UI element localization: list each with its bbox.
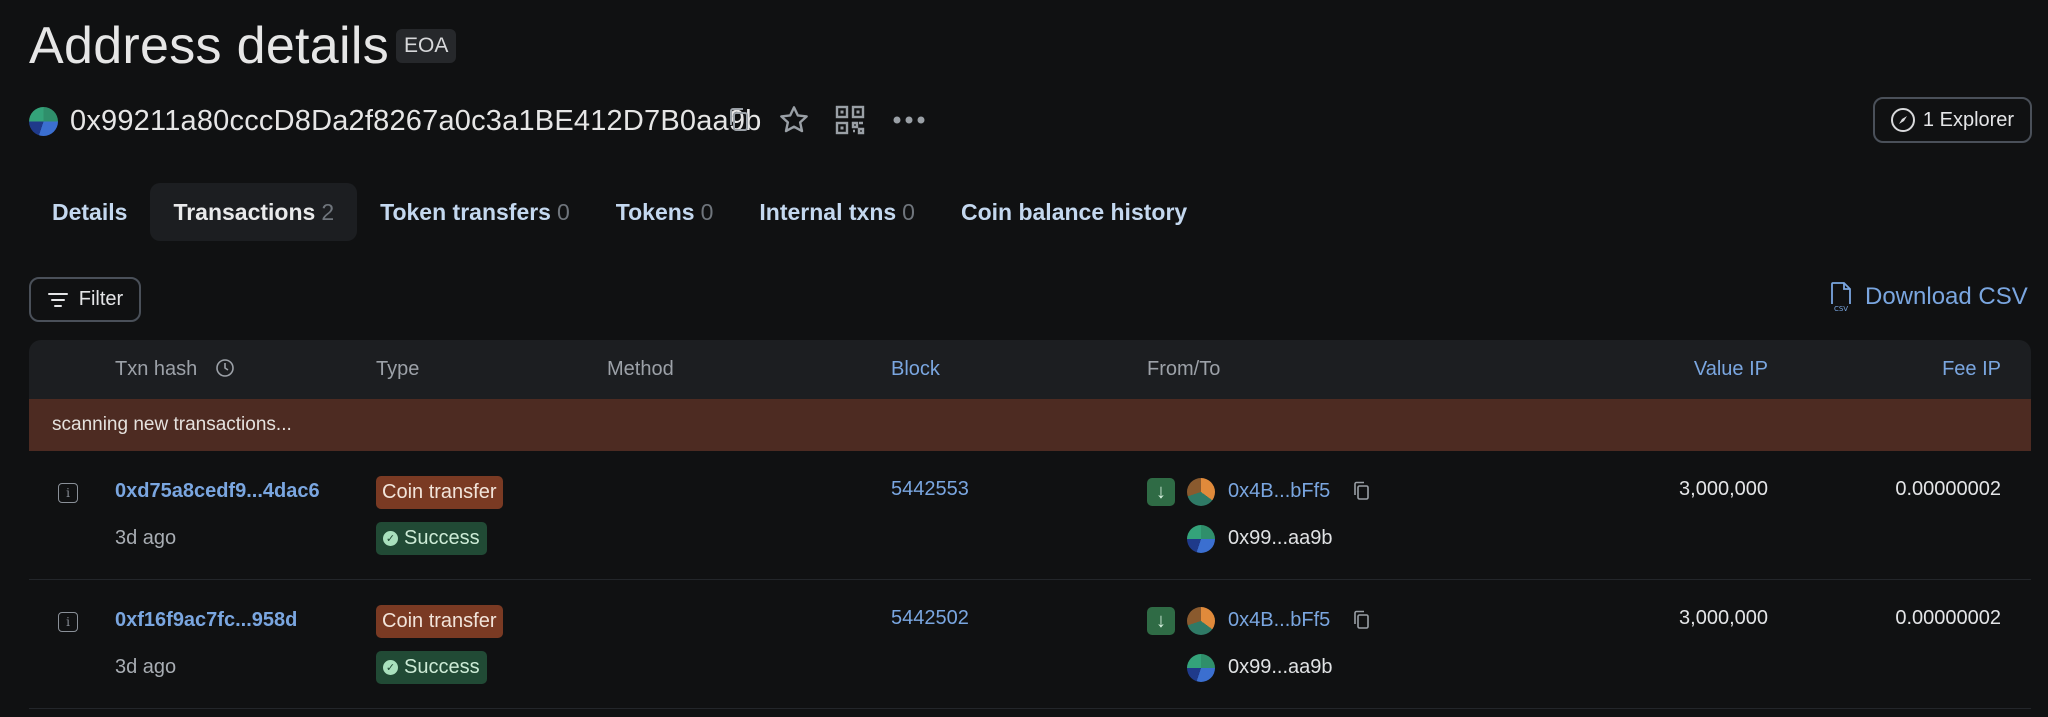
- status-label: Success: [404, 656, 480, 678]
- table-header: Txn hash Type Method Block From/To Value…: [29, 340, 2031, 399]
- tab-label: Token transfers: [380, 198, 551, 225]
- from-address-link[interactable]: 0x4B...bFf5: [1228, 480, 1330, 503]
- clock-icon[interactable]: [215, 358, 235, 378]
- check-icon: ✓: [383, 531, 398, 546]
- txn-hash-link[interactable]: 0xd75a8cedf9...4dac6: [115, 480, 320, 503]
- value-amount: 3,000,000: [1679, 478, 1768, 500]
- filter-label: Filter: [78, 288, 124, 310]
- filter-button[interactable]: Filter: [29, 277, 141, 322]
- tab-coin-balance-history[interactable]: Coin balance history: [938, 183, 1210, 241]
- tab-count: 0: [902, 198, 915, 225]
- to-address: 0x99...aa9b: [1228, 656, 1333, 678]
- copy-icon[interactable]: [1353, 481, 1371, 501]
- qr-code-icon[interactable]: [834, 104, 866, 136]
- txn-age: 3d ago: [115, 527, 177, 549]
- arrow-down-icon: ↓: [1147, 478, 1175, 506]
- tab-internal-txns[interactable]: Internal txns 0: [736, 183, 938, 241]
- address-hash: 0x99211a80cccD8Da2f8267a0c3a1BE412D7B0aa…: [70, 105, 762, 137]
- to-avatar: [1187, 654, 1215, 682]
- tab-bar: Details Transactions 2 Token transfers 0…: [29, 183, 1210, 241]
- table-row: i 0xd75a8cedf9...4dac6 3d ago Coin trans…: [29, 451, 2031, 580]
- tab-label: Transactions: [173, 198, 316, 225]
- transactions-table: Txn hash Type Method Block From/To Value…: [29, 340, 2031, 709]
- status-badge: ✓ Success: [376, 651, 487, 684]
- page-title: Address details: [29, 17, 390, 75]
- info-icon[interactable]: i: [58, 483, 78, 503]
- tab-details[interactable]: Details: [29, 183, 150, 241]
- block-link[interactable]: 5442502: [891, 607, 969, 630]
- check-icon: ✓: [383, 660, 398, 675]
- arrow-down-icon: ↓: [1147, 607, 1175, 635]
- to-avatar: [1187, 525, 1215, 553]
- to-address: 0x99...aa9b: [1228, 527, 1333, 549]
- address-avatar: [29, 107, 58, 136]
- tab-count: 2: [321, 198, 335, 225]
- header-type: Type: [376, 358, 420, 380]
- type-tag: Coin transfer: [376, 605, 503, 638]
- filter-icon: [47, 292, 68, 307]
- header-from-to: From/To: [1147, 358, 1221, 380]
- svg-text:CSV: CSV: [1834, 305, 1848, 313]
- block-link[interactable]: 5442553: [891, 478, 969, 501]
- explorer-button[interactable]: 1 Explorer: [1873, 97, 2032, 143]
- copy-icon[interactable]: [726, 106, 752, 134]
- csv-file-icon: CSV: [1831, 282, 1851, 313]
- type-tag: Coin transfer: [376, 476, 503, 509]
- download-csv-link[interactable]: CSV Download CSV: [1829, 281, 2028, 313]
- tab-tokens[interactable]: Tokens 0: [593, 183, 737, 241]
- status-label: Success: [404, 527, 480, 549]
- fee-amount: 0.00000002: [1895, 478, 2001, 500]
- copy-icon[interactable]: [1353, 610, 1371, 630]
- from-avatar: [1187, 607, 1215, 635]
- eoa-badge: EOA: [396, 29, 457, 63]
- download-csv-label: Download CSV: [1865, 283, 2028, 310]
- from-address-link[interactable]: 0x4B...bFf5: [1228, 609, 1330, 632]
- more-options-icon[interactable]: [890, 104, 928, 136]
- tab-transactions[interactable]: Transactions 2: [150, 183, 358, 241]
- tab-label: Internal txns: [759, 198, 897, 225]
- scanning-banner: scanning new transactions...: [29, 399, 2031, 451]
- table-row: i 0xf16f9ac7fc...958d 3d ago Coin transf…: [29, 580, 2031, 709]
- value-amount: 3,000,000: [1679, 607, 1768, 629]
- header-block[interactable]: Block: [891, 340, 940, 399]
- fee-amount: 0.00000002: [1895, 607, 2001, 629]
- tab-label: Tokens: [615, 198, 695, 225]
- header-label: Txn hash: [115, 358, 198, 380]
- header-fee[interactable]: Fee IP: [1829, 340, 2001, 399]
- compass-icon: [1890, 108, 1915, 132]
- from-avatar: [1187, 478, 1215, 506]
- tab-count: 0: [556, 198, 570, 225]
- info-icon[interactable]: i: [58, 612, 78, 632]
- txn-age: 3d ago: [115, 656, 177, 678]
- status-badge: ✓ Success: [376, 522, 487, 555]
- header-value[interactable]: Value IP: [1559, 340, 1768, 399]
- tab-label: Coin balance history: [960, 198, 1188, 225]
- star-icon[interactable]: [776, 102, 812, 138]
- tab-token-transfers[interactable]: Token transfers 0: [357, 183, 593, 241]
- tab-count: 0: [700, 198, 714, 225]
- tab-label: Details: [52, 198, 128, 225]
- txn-hash-link[interactable]: 0xf16f9ac7fc...958d: [115, 609, 297, 632]
- header-txn-hash: Txn hash: [115, 340, 235, 399]
- explorer-label: 1 Explorer: [1922, 108, 2015, 131]
- header-method: Method: [607, 358, 674, 380]
